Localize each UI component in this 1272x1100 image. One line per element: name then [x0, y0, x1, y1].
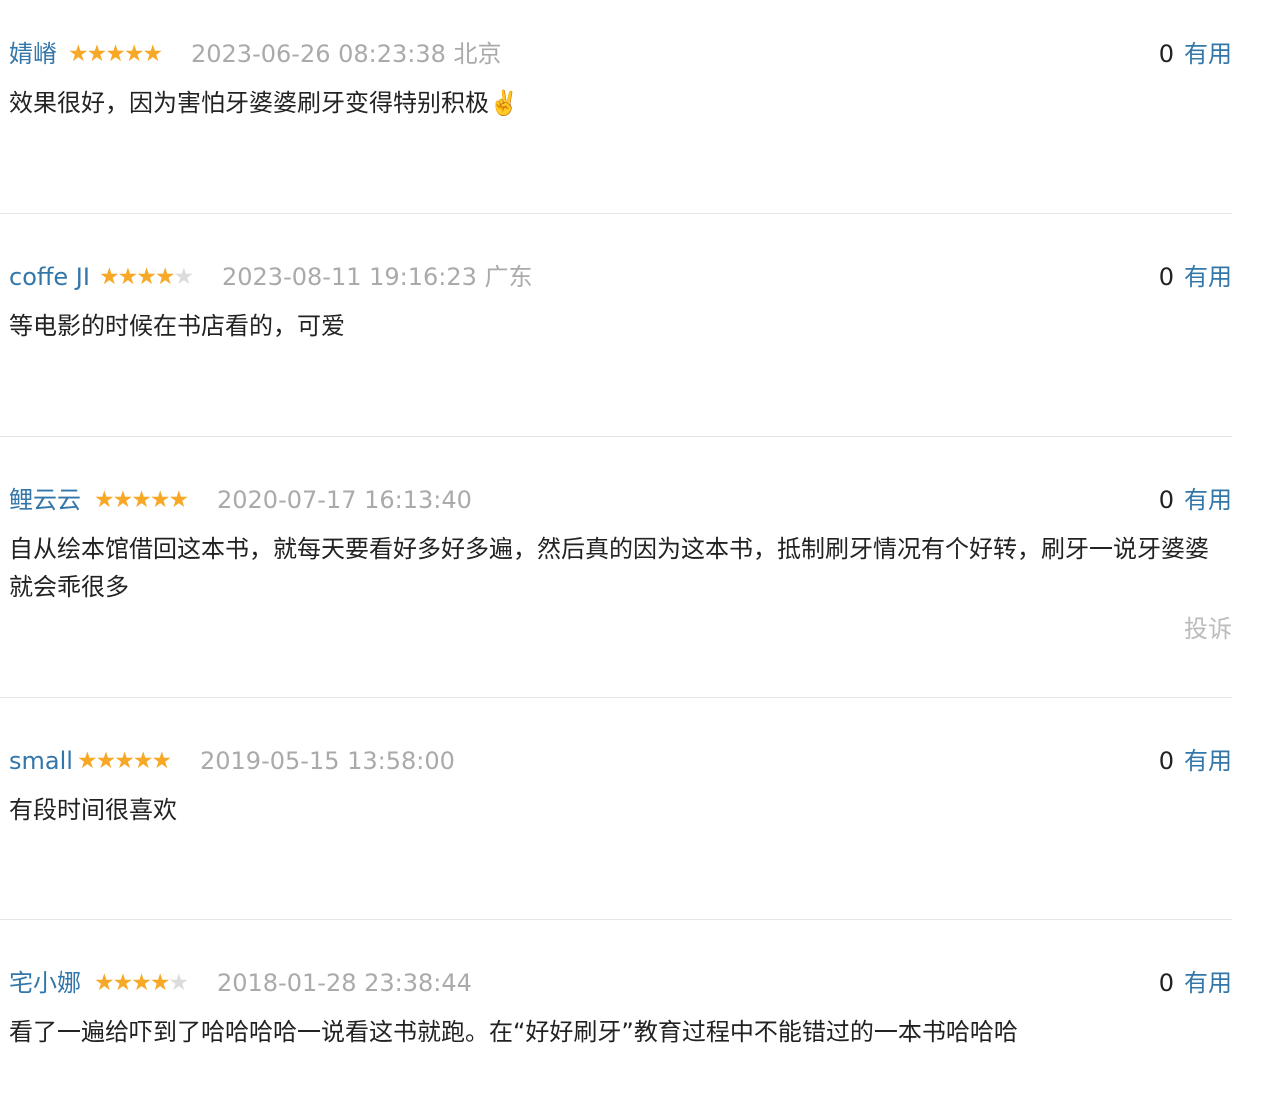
review-time: 2023-06-26 08:23:38: [191, 40, 446, 68]
divider: [0, 436, 1232, 437]
useful-button[interactable]: 有用: [1184, 263, 1232, 291]
review-content: 等电影的时候在书店看的，可爱: [9, 312, 345, 340]
report-button[interactable]: 投诉: [1184, 611, 1232, 647]
review-item: coffe JI ★ ★ ★ ★ ★ 2023-08-11 19:16:23 广东 0有…: [0, 259, 1232, 345]
review-content: 效果很好，因为害怕牙婆婆刷牙变得特别积极✌️: [9, 89, 519, 117]
star-empty-icon: ★: [173, 264, 195, 290]
review-meta: 2020-07-17 16:13:40: [217, 482, 472, 518]
review-location: 广东: [484, 263, 533, 291]
review-location: 北京: [453, 40, 502, 68]
star-filled-icon: ★: [131, 487, 152, 513]
review-meta: 2019-05-15 13:58:00: [200, 743, 455, 779]
rating-stars: ★ ★ ★ ★ ★: [68, 36, 164, 72]
review-header: 鲤云云 ★ ★ ★ ★ ★ 2020-07-17 16:13:40 0 有用: [0, 482, 1232, 518]
star-filled-icon: ★: [105, 41, 126, 67]
divider: [0, 919, 1232, 920]
star-filled-icon: ★: [112, 487, 134, 513]
star-filled-icon: ★: [94, 970, 115, 996]
review-content: 自从绘本馆借回这本书，就每天要看好多好多遍，然后真的因为这本书，抵制刷牙情况有个…: [9, 535, 1209, 601]
review-author-link[interactable]: 宅小娜: [9, 965, 81, 1001]
review-author-link[interactable]: small: [9, 743, 73, 779]
review-item: 宅小娜 ★ ★ ★ ★ ★ 2018-01-28 23:38:44 0 有用 看了一遍给吓…: [0, 965, 1232, 1051]
useful-count: 0: [1158, 747, 1174, 775]
star-empty-icon: ★: [168, 970, 190, 996]
star-filled-icon: ★: [117, 264, 139, 290]
review-item: small ★ ★ ★ ★ ★ 2019-05-15 13:58:00 0 有用 有段时间…: [0, 743, 1232, 829]
review-time: 2023-08-11 19:16:23: [222, 263, 477, 291]
review-author-link[interactable]: 婧嵴: [9, 36, 57, 72]
review-author-link[interactable]: 鲤云云: [9, 482, 81, 518]
useful-button[interactable]: 有用: [1184, 969, 1232, 997]
review-header: 婧嵴 ★ ★ ★ ★ ★ 2023-06-26 08:23:38 北京 0 有用: [0, 36, 1232, 72]
review-content: 看了一遍给吓到了哈哈哈哈一说看这书就跑。在“好好刷牙”教育过程中不能错过的一本书…: [9, 1018, 1018, 1046]
review-meta: 2023-08-11 19:16:23 广东: [222, 259, 533, 295]
review-meta: 2018-01-28 23:38:44: [217, 965, 472, 1001]
star-filled-icon: ★: [151, 748, 173, 774]
review-time: 2019-05-15 13:58:00: [200, 747, 455, 775]
star-filled-icon: ★: [142, 41, 164, 67]
star-filled-icon: ★: [77, 748, 98, 774]
review-time: 2018-01-28 23:38:44: [217, 969, 472, 997]
rating-stars: ★ ★ ★ ★ ★: [77, 743, 173, 779]
useful-button[interactable]: 有用: [1184, 747, 1232, 775]
rating-stars: ★ ★ ★ ★ ★: [94, 965, 190, 1001]
review-header: coffe JI ★ ★ ★ ★ ★ 2023-08-11 19:16:23 广东 0有…: [0, 259, 1232, 295]
review-author-link[interactable]: coffe JI: [9, 259, 90, 295]
star-filled-icon: ★: [136, 264, 157, 290]
useful-count: 0: [1158, 969, 1174, 997]
star-filled-icon: ★: [123, 41, 145, 67]
star-filled-icon: ★: [95, 748, 117, 774]
useful-count: 0: [1158, 486, 1174, 514]
star-filled-icon: ★: [132, 748, 154, 774]
vote-useful: 0 有用: [1159, 36, 1232, 72]
review-header: 宅小娜 ★ ★ ★ ★ ★ 2018-01-28 23:38:44 0 有用: [0, 965, 1232, 1001]
star-filled-icon: ★: [94, 487, 115, 513]
useful-button[interactable]: 有用: [1184, 40, 1232, 68]
review-list: 婧嵴 ★ ★ ★ ★ ★ 2023-06-26 08:23:38 北京 0 有用 效果很好…: [0, 0, 1272, 1100]
useful-count: 0: [1158, 263, 1174, 291]
review-content: 有段时间很喜欢: [9, 796, 177, 824]
star-filled-icon: ★: [131, 970, 152, 996]
vote-useful: 0 有用: [1159, 743, 1232, 779]
star-filled-icon: ★: [168, 487, 190, 513]
star-filled-icon: ★: [86, 41, 108, 67]
star-filled-icon: ★: [149, 970, 171, 996]
star-filled-icon: ★: [114, 748, 135, 774]
review-time: 2020-07-17 16:13:40: [217, 486, 472, 514]
vote-useful: 0 有用: [1159, 965, 1232, 1001]
useful-count: 0: [1158, 40, 1174, 68]
review-meta: 2023-06-26 08:23:38 北京: [191, 36, 502, 72]
star-filled-icon: ★: [112, 970, 134, 996]
divider: [0, 697, 1232, 698]
review-item: 鲤云云 ★ ★ ★ ★ ★ 2020-07-17 16:13:40 0 有用 自从绘本馆借…: [0, 482, 1232, 643]
review-header: small ★ ★ ★ ★ ★ 2019-05-15 13:58:00 0 有用: [0, 743, 1232, 779]
useful-button[interactable]: 有用: [1184, 486, 1232, 514]
divider: [0, 213, 1232, 214]
vote-useful: 0 有用: [1159, 259, 1232, 295]
vote-useful: 0 有用: [1159, 482, 1232, 518]
rating-stars: ★ ★ ★ ★ ★: [94, 482, 190, 518]
star-filled-icon: ★: [154, 264, 176, 290]
star-filled-icon: ★: [68, 41, 89, 67]
rating-stars: ★ ★ ★ ★ ★: [99, 259, 195, 295]
star-filled-icon: ★: [149, 487, 171, 513]
star-filled-icon: ★: [99, 264, 120, 290]
review-item: 婧嵴 ★ ★ ★ ★ ★ 2023-06-26 08:23:38 北京 0 有用 效果很好…: [0, 36, 1232, 122]
